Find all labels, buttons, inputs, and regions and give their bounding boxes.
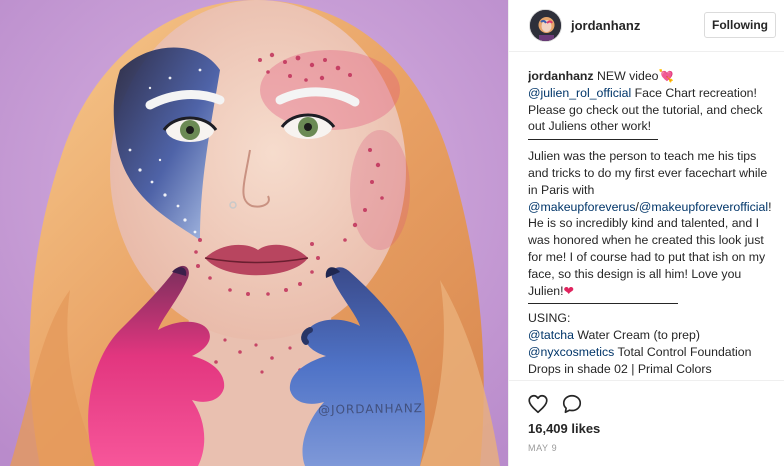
avatar-image <box>530 10 561 41</box>
following-button[interactable]: Following <box>704 12 776 38</box>
speech-bubble-icon[interactable] <box>561 393 583 415</box>
mention-julien-link[interactable]: @julien_rol_official <box>528 86 631 100</box>
mention-makeupforeverofficial-link[interactable]: @makeupforeverofficial <box>639 200 768 214</box>
post-header: jordanhanz Following <box>509 0 784 52</box>
caption-para2-start: Julien was the person to teach me his ti… <box>528 149 768 197</box>
avatar[interactable] <box>529 9 562 42</box>
post-username[interactable]: jordanhanz <box>571 18 640 33</box>
post-date[interactable]: MAY 9 <box>528 443 557 453</box>
heart-outline-icon[interactable] <box>527 393 549 415</box>
mention-tatcha-link[interactable]: @tatcha <box>528 328 574 342</box>
post-caption: jordanhanz NEW video💘 @julien_rol_officia… <box>528 68 778 380</box>
arrow-heart-emoji: 💘 <box>658 69 674 83</box>
caption-divider-2 <box>528 303 678 305</box>
likes-count[interactable]: 16,409 likes <box>528 421 600 436</box>
caption-paragraph-2: Julien was the person to teach me his ti… <box>528 148 778 299</box>
caption-username-link[interactable]: jordanhanz <box>528 69 594 83</box>
using-heading: USING: <box>528 311 571 326</box>
mention-makeupforeverus-link[interactable]: @makeupforeverus <box>528 200 636 214</box>
mention-nyxcosmetics-link[interactable]: @nyxcosmetics <box>528 345 614 359</box>
red-heart-emoji: ❤ <box>563 283 574 298</box>
caption-divider <box>528 139 658 141</box>
post-photo[interactable]: @JORDANHANZ <box>0 0 508 466</box>
caption-intro-text: NEW video <box>593 69 659 83</box>
post-actions: 16,409 likes MAY 9 <box>509 380 784 466</box>
caption-intro: jordanhanz NEW video💘 @julien_rol_officia… <box>528 68 778 135</box>
photo-watermark: @JORDANHANZ <box>317 401 424 417</box>
post-side-panel: jordanhanz Following jordanhanz NEW vide… <box>508 0 784 466</box>
tatcha-product-text: Water Cream (to prep) <box>573 328 700 343</box>
caption-using-section: USING: @tatcha Water Cream (to prep) @nyxc… <box>528 310 778 380</box>
makeup-photo-illustration <box>0 0 508 466</box>
